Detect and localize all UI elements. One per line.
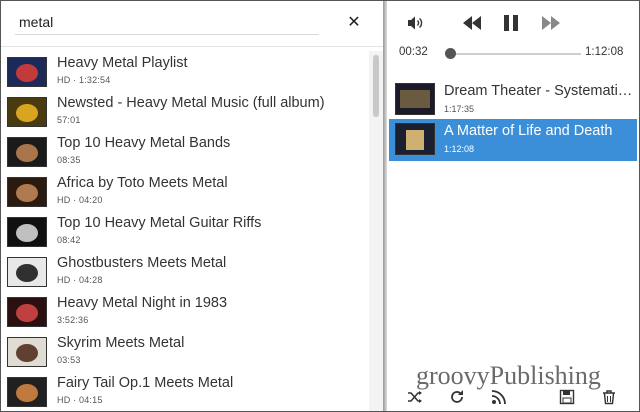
result-title: Top 10 Heavy Metal Bands — [57, 135, 231, 151]
result-meta: HD · 04:28 — [57, 275, 103, 285]
search-bar: ✕ — [1, 1, 383, 47]
queue-item[interactable]: Dream Theater - Systematic Chaos 1:17:35 — [389, 79, 637, 121]
list-item[interactable]: Heavy Metal Playlist HD · 1:32:54 — [1, 53, 369, 93]
video-thumbnail — [7, 137, 47, 167]
list-item[interactable]: Newsted - Heavy Metal Music (full album)… — [1, 93, 369, 133]
result-title: Heavy Metal Playlist — [57, 55, 188, 71]
video-thumbnail — [7, 57, 47, 87]
app-window: ✕ Heavy Metal Playlist HD · 1:32:54 News… — [0, 0, 640, 412]
queue-title: Dream Theater - Systematic Chaos — [444, 83, 634, 99]
result-title: Heavy Metal Night in 1983 — [57, 295, 228, 311]
queue-duration: 1:17:35 — [444, 104, 475, 114]
scrollbar-thumb[interactable] — [373, 55, 379, 117]
video-thumbnail — [7, 377, 47, 407]
save-icon[interactable] — [559, 389, 575, 405]
rss-icon[interactable] — [491, 389, 507, 405]
video-thumbnail — [7, 257, 47, 287]
video-thumbnail — [7, 177, 47, 207]
previous-icon[interactable] — [461, 13, 483, 33]
result-meta: 3:52:36 — [57, 315, 89, 325]
trash-icon[interactable] — [601, 389, 617, 405]
shuffle-icon[interactable] — [407, 389, 423, 405]
result-title: Ghostbusters Meets Metal — [57, 255, 227, 271]
close-icon[interactable]: ✕ — [345, 13, 363, 33]
queue-duration: 1:12:08 — [444, 144, 475, 154]
seek-handle[interactable] — [444, 48, 456, 59]
result-meta: HD · 04:15 — [57, 395, 103, 405]
result-meta: HD · 04:20 — [57, 195, 103, 205]
video-thumbnail — [7, 217, 47, 247]
result-title: Skyrim Meets Metal — [57, 335, 185, 351]
pause-icon[interactable] — [501, 13, 521, 33]
result-meta: 08:42 — [57, 235, 81, 245]
search-input[interactable] — [15, 9, 319, 35]
queue-title: A Matter of Life and Death — [444, 123, 613, 139]
video-thumbnail — [7, 337, 47, 367]
queue-item-active[interactable]: A Matter of Life and Death 1:12:08 — [389, 119, 637, 161]
elapsed-time: 00:32 — [399, 46, 428, 58]
list-item[interactable]: Ghostbusters Meets Metal HD · 04:28 — [1, 253, 369, 293]
player-pane: 00:32 1:12:08 Dream Theater - Systematic… — [387, 1, 639, 411]
list-item[interactable]: Top 10 Heavy Metal Guitar Riffs 08:42 — [1, 213, 369, 253]
list-item[interactable]: Fairy Tail Op.1 Meets Metal HD · 04:15 — [1, 373, 369, 411]
video-thumbnail — [395, 83, 435, 115]
result-meta: HD · 1:32:54 — [57, 75, 111, 85]
result-meta: 08:35 — [57, 155, 81, 165]
result-title: Fairy Tail Op.1 Meets Metal — [57, 375, 234, 391]
result-title: Africa by Toto Meets Metal — [57, 175, 228, 191]
list-item[interactable]: Skyrim Meets Metal 03:53 — [1, 333, 369, 373]
results-scrollbar[interactable] — [369, 51, 383, 411]
repeat-icon[interactable] — [449, 389, 465, 405]
next-icon[interactable] — [540, 13, 562, 33]
list-item[interactable]: Africa by Toto Meets Metal HD · 04:20 — [1, 173, 369, 213]
seek-bar[interactable] — [449, 53, 581, 55]
volume-icon[interactable] — [407, 13, 423, 33]
video-thumbnail — [7, 297, 47, 327]
watermark-logo: groovyPublishing — [416, 361, 601, 390]
total-time: 1:12:08 — [585, 46, 624, 58]
result-meta: 57:01 — [57, 115, 81, 125]
result-title: Newsted - Heavy Metal Music (full album) — [57, 95, 325, 111]
result-meta: 03:53 — [57, 355, 81, 365]
list-item[interactable]: Heavy Metal Night in 1983 3:52:36 — [1, 293, 369, 333]
video-thumbnail — [7, 97, 47, 127]
search-pane: ✕ Heavy Metal Playlist HD · 1:32:54 News… — [1, 1, 383, 411]
result-title: Top 10 Heavy Metal Guitar Riffs — [57, 215, 262, 231]
search-results: Heavy Metal Playlist HD · 1:32:54 Newste… — [1, 51, 369, 411]
video-thumbnail — [395, 123, 435, 155]
list-item[interactable]: Top 10 Heavy Metal Bands 08:35 — [1, 133, 369, 173]
